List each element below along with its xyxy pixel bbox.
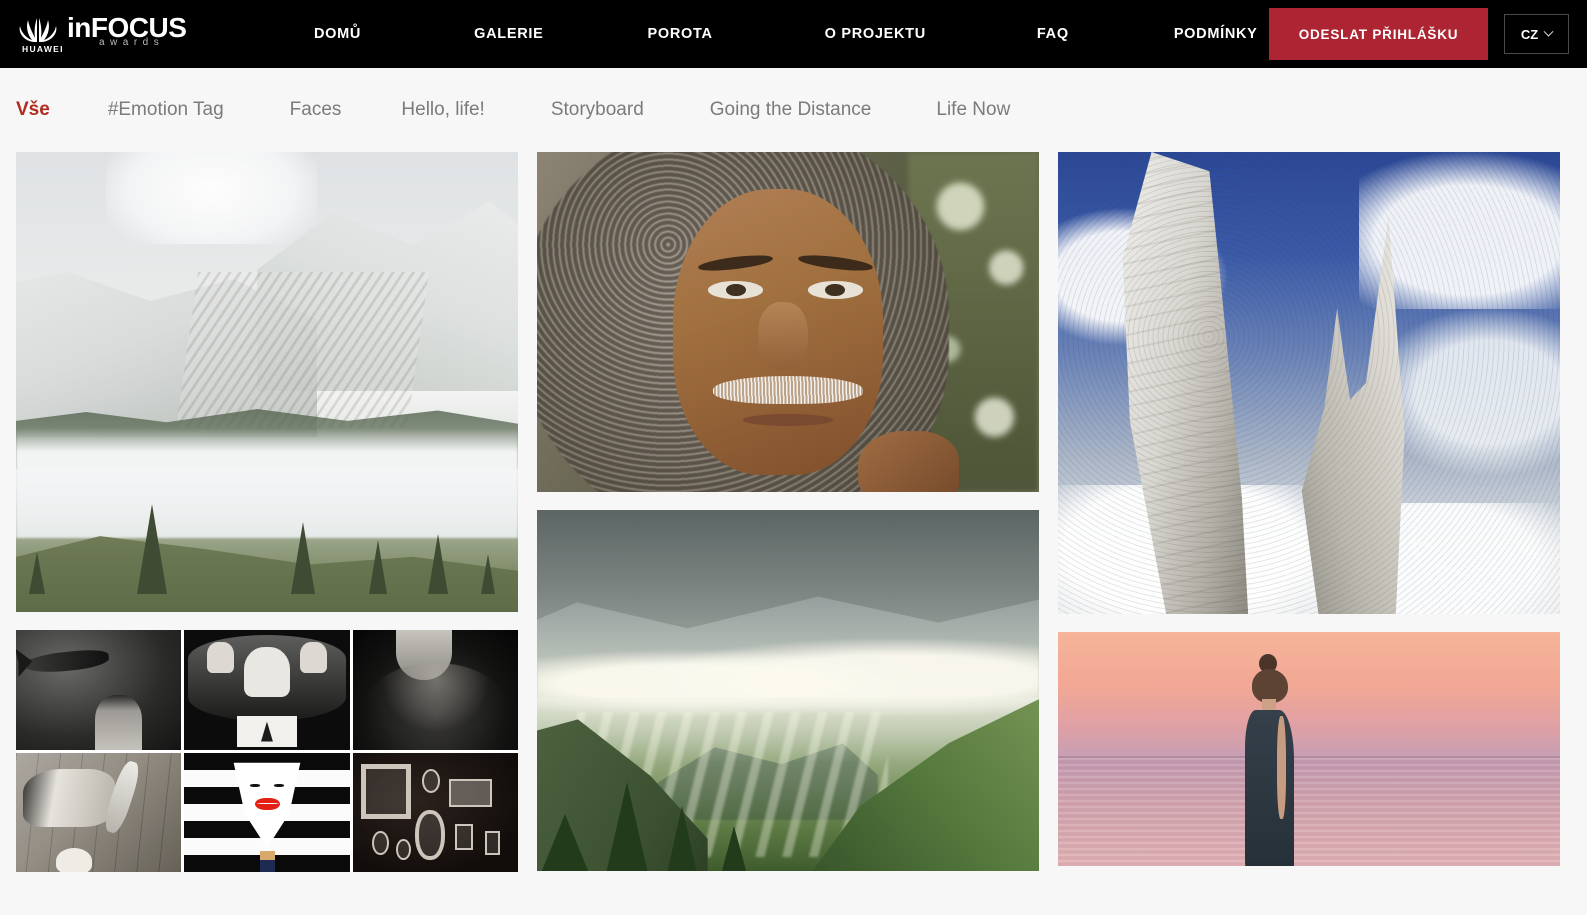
- filter-going-the-distance[interactable]: Going the Distance: [710, 99, 872, 121]
- language-selector-value: CZ: [1520, 26, 1539, 42]
- picture-frame: [448, 778, 492, 808]
- language-selector[interactable]: CZ: [1504, 14, 1569, 54]
- collage-cell-upside-down: [352, 630, 518, 750]
- red-lips: [255, 797, 281, 810]
- submit-entry-button[interactable]: ODESLAT PŘIHLÁŠKU: [1269, 8, 1488, 60]
- small-figure: [260, 850, 276, 872]
- logo-awards-text: awards: [99, 37, 165, 48]
- nav-jury[interactable]: POROTA: [647, 26, 712, 42]
- collage-cell-red-lips: [184, 752, 350, 872]
- woman-figure: [1234, 653, 1304, 866]
- nav-home[interactable]: DOMŮ: [314, 26, 361, 42]
- tree: [719, 826, 748, 871]
- nav-terms[interactable]: PODMÍNKY: [1174, 26, 1258, 42]
- cloud: [1379, 309, 1560, 476]
- infocus-wordmark: inFOCUS awards: [67, 12, 195, 56]
- picture-frame: [395, 838, 411, 861]
- sea-surface: [1058, 758, 1560, 866]
- white-moustache: [712, 376, 864, 404]
- child-silhouette: [95, 694, 142, 750]
- dark-dress: [1244, 709, 1295, 866]
- picture-frame: [484, 831, 500, 856]
- photo-elder-portrait[interactable]: [537, 152, 1039, 492]
- nose: [757, 301, 809, 370]
- category-filter-bar: Vše #Emotion Tag Faces Hello, life! Stor…: [0, 68, 1587, 152]
- shoes: [55, 848, 93, 872]
- picture-frame: [455, 824, 474, 851]
- filter-hello-life[interactable]: Hello, life!: [401, 99, 484, 121]
- tree: [605, 782, 650, 871]
- hand-right: [300, 641, 327, 673]
- hand-left: [207, 641, 234, 673]
- nav-faq[interactable]: FAQ: [1037, 26, 1069, 42]
- nav-gallery[interactable]: GALERIE: [474, 26, 543, 42]
- collage-cell-picture-frames: [352, 752, 518, 872]
- eye-left: [250, 783, 261, 787]
- tree: [539, 814, 592, 871]
- top-navigation-bar: HUAWEI inFOCUS awards DOMŮ GALERIE POROT…: [0, 0, 1587, 68]
- gallery-column-1: [16, 152, 518, 915]
- primary-nav-links: DOMŮ GALERIE POROTA O PROJEKTU FAQ PODMÍ…: [200, 0, 1269, 68]
- filter-all[interactable]: Vše: [16, 99, 50, 121]
- brand-logo[interactable]: HUAWEI inFOCUS awards: [14, 9, 200, 59]
- collage-cell-hands-window: [184, 630, 350, 750]
- photo-woman-sunset-sea[interactable]: [1058, 632, 1560, 866]
- collage-cell-skateboard: [16, 752, 182, 872]
- mouth: [742, 413, 834, 426]
- photo-stone-sculpture[interactable]: [1058, 152, 1560, 614]
- eye-right: [808, 281, 864, 299]
- photo-mountain-fog[interactable]: [16, 152, 518, 612]
- fish-shape: [21, 647, 110, 676]
- arm: [1277, 716, 1287, 820]
- horizon-line: [1058, 756, 1560, 759]
- filter-emotion-tag[interactable]: #Emotion Tag: [108, 99, 224, 121]
- gallery-column-2: [537, 152, 1039, 915]
- white-plate: [237, 716, 297, 748]
- logo-in-text: in: [67, 12, 91, 43]
- eye-left: [707, 281, 763, 299]
- person-figure: [243, 646, 291, 697]
- collage-cell-fish-girl: [16, 630, 182, 750]
- chevron-down-icon: [1543, 26, 1554, 37]
- mountain-fog-band: [16, 428, 518, 539]
- mountain-scree: [175, 271, 429, 428]
- filter-storyboard[interactable]: Storyboard: [551, 99, 644, 121]
- photo-bw-collage[interactable]: [16, 630, 518, 872]
- mountain-summit-cloud: [106, 152, 318, 244]
- foreground-trees: [537, 782, 828, 871]
- picture-frame: [415, 809, 446, 861]
- gallery-column-3: [1058, 152, 1560, 915]
- eye-right: [273, 783, 284, 787]
- huawei-flower-icon: HUAWEI: [14, 14, 64, 54]
- lying-person: [22, 769, 116, 827]
- picture-frame: [360, 764, 411, 820]
- photo-gallery-grid: [0, 152, 1587, 915]
- tree: [665, 806, 698, 871]
- hand: [858, 430, 959, 492]
- filter-faces[interactable]: Faces: [290, 99, 342, 121]
- filter-life-now[interactable]: Life Now: [936, 99, 1010, 121]
- hair-swirl: [365, 663, 505, 748]
- photo-valley-sunrays[interactable]: [537, 510, 1039, 871]
- nav-about[interactable]: O PROJEKTU: [825, 26, 926, 42]
- huawei-wordmark: HUAWEI: [22, 44, 64, 54]
